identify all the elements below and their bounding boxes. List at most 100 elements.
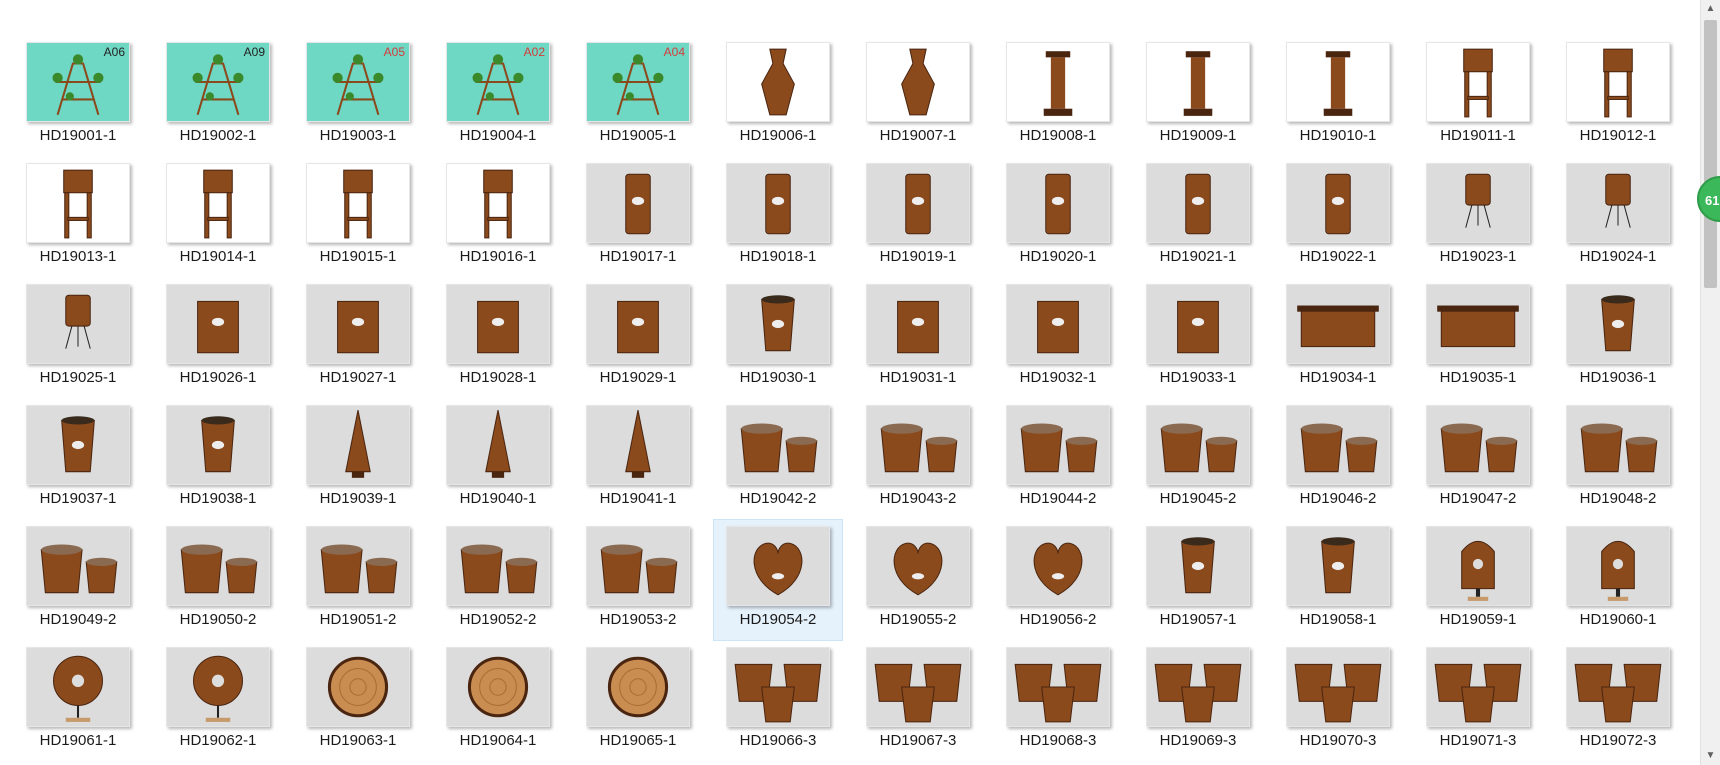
product-thumbnail-image[interactable] (446, 163, 550, 243)
product-thumbnail-image[interactable] (726, 526, 830, 606)
thumbnail-item[interactable]: HD19058-1 (1274, 520, 1402, 640)
product-thumbnail-image[interactable] (26, 647, 130, 727)
thumbnail-item[interactable]: HD19054-2 (713, 519, 843, 641)
product-thumbnail-image[interactable] (26, 163, 130, 243)
thumbnail-item[interactable]: HD19006-1 (714, 36, 842, 156)
product-thumbnail-image[interactable]: A04 (586, 42, 690, 122)
thumbnail-item[interactable]: HD19024-1 (1554, 157, 1682, 277)
product-thumbnail-image[interactable] (1426, 42, 1530, 122)
product-thumbnail-image[interactable] (1566, 163, 1670, 243)
thumbnail-item[interactable]: HD19060-1 (1554, 520, 1682, 640)
product-thumbnail-image[interactable] (866, 526, 970, 606)
thumbnail-item[interactable]: HD19016-1 (434, 157, 562, 277)
thumbnail-item[interactable]: HD19050-2 (154, 520, 282, 640)
product-thumbnail-image[interactable] (1426, 526, 1530, 606)
thumbnail-item[interactable]: HD19033-1 (1134, 278, 1262, 398)
product-thumbnail-image[interactable] (866, 42, 970, 122)
product-thumbnail-image[interactable] (1006, 647, 1110, 727)
thumbnail-item[interactable]: HD19026-1 (154, 278, 282, 398)
thumbnail-item[interactable]: HD19023-1 (1414, 157, 1542, 277)
thumbnail-item[interactable]: HD19045-2 (1134, 399, 1262, 519)
product-thumbnail-image[interactable] (726, 405, 830, 485)
thumbnail-item[interactable]: HD19063-1 (294, 641, 422, 761)
product-thumbnail-image[interactable] (866, 647, 970, 727)
thumbnail-item[interactable]: HD19067-3 (854, 641, 982, 761)
thumbnail-item[interactable]: HD19061-1 (14, 641, 142, 761)
product-thumbnail-image[interactable] (1146, 647, 1250, 727)
thumbnail-item[interactable]: HD19038-1 (154, 399, 282, 519)
product-thumbnail-image[interactable] (1566, 42, 1670, 122)
scroll-up-arrow-icon[interactable]: ▲ (1701, 0, 1720, 18)
thumbnail-item[interactable]: HD19019-1 (854, 157, 982, 277)
thumbnail-item[interactable]: A06 HD19001-1 (14, 36, 142, 156)
product-thumbnail-image[interactable] (586, 405, 690, 485)
product-thumbnail-image[interactable]: A05 (306, 42, 410, 122)
product-thumbnail-image[interactable] (586, 647, 690, 727)
product-thumbnail-image[interactable] (306, 405, 410, 485)
thumbnail-item[interactable]: HD19011-1 (1414, 36, 1542, 156)
product-thumbnail-image[interactable] (26, 405, 130, 485)
scroll-down-arrow-icon[interactable]: ▼ (1701, 747, 1720, 765)
product-thumbnail-image[interactable] (446, 647, 550, 727)
product-thumbnail-image[interactable] (306, 163, 410, 243)
thumbnail-item[interactable]: A04 HD19005-1 (574, 36, 702, 156)
product-thumbnail-image[interactable] (1006, 163, 1110, 243)
thumbnail-item[interactable]: A09 HD19002-1 (154, 36, 282, 156)
scrollbar-thumb[interactable] (1704, 20, 1717, 288)
thumbnail-item[interactable]: HD19031-1 (854, 278, 982, 398)
product-thumbnail-image[interactable] (1146, 163, 1250, 243)
product-thumbnail-image[interactable] (306, 647, 410, 727)
product-thumbnail-image[interactable] (1566, 284, 1670, 364)
thumbnail-item[interactable]: HD19071-3 (1414, 641, 1542, 761)
product-thumbnail-image[interactable] (1006, 42, 1110, 122)
thumbnail-item[interactable]: HD19035-1 (1414, 278, 1542, 398)
product-thumbnail-image[interactable] (446, 405, 550, 485)
thumbnail-item[interactable]: HD19056-2 (994, 520, 1122, 640)
thumbnail-item[interactable]: HD19039-1 (294, 399, 422, 519)
thumbnail-item[interactable]: A02 HD19004-1 (434, 36, 562, 156)
vertical-scrollbar[interactable]: ▲ ▼ (1700, 0, 1720, 765)
thumbnail-item[interactable]: HD19025-1 (14, 278, 142, 398)
thumbnail-item[interactable]: HD19062-1 (154, 641, 282, 761)
thumbnail-item[interactable]: HD19069-3 (1134, 641, 1262, 761)
product-thumbnail-image[interactable] (1146, 526, 1250, 606)
thumbnail-item[interactable]: HD19072-3 (1554, 641, 1682, 761)
product-thumbnail-image[interactable] (166, 647, 270, 727)
thumbnail-item[interactable]: HD19028-1 (434, 278, 562, 398)
thumbnail-item[interactable]: HD19020-1 (994, 157, 1122, 277)
thumbnail-item[interactable]: HD19008-1 (994, 36, 1122, 156)
thumbnail-item[interactable]: HD19032-1 (994, 278, 1122, 398)
thumbnail-item[interactable]: HD19007-1 (854, 36, 982, 156)
thumbnail-item[interactable]: HD19053-2 (574, 520, 702, 640)
product-thumbnail-image[interactable] (306, 526, 410, 606)
product-thumbnail-image[interactable] (1426, 647, 1530, 727)
thumbnail-item[interactable]: HD19040-1 (434, 399, 562, 519)
product-thumbnail-image[interactable] (1426, 163, 1530, 243)
thumbnail-item[interactable]: HD19034-1 (1274, 278, 1402, 398)
product-thumbnail-image[interactable] (1286, 405, 1390, 485)
product-thumbnail-image[interactable] (1286, 42, 1390, 122)
product-thumbnail-image[interactable] (1286, 647, 1390, 727)
product-thumbnail-image[interactable] (586, 163, 690, 243)
product-thumbnail-image[interactable] (866, 284, 970, 364)
thumbnail-item[interactable]: HD19015-1 (294, 157, 422, 277)
product-thumbnail-image[interactable] (1286, 526, 1390, 606)
thumbnail-item[interactable]: HD19009-1 (1134, 36, 1262, 156)
thumbnail-item[interactable]: HD19037-1 (14, 399, 142, 519)
thumbnail-item[interactable]: HD19059-1 (1414, 520, 1542, 640)
product-thumbnail-image[interactable] (1006, 526, 1110, 606)
product-thumbnail-image[interactable] (1566, 405, 1670, 485)
product-thumbnail-image[interactable] (1146, 284, 1250, 364)
thumbnail-item[interactable]: HD19036-1 (1554, 278, 1682, 398)
thumbnail-item[interactable]: HD19014-1 (154, 157, 282, 277)
product-thumbnail-image[interactable] (1006, 405, 1110, 485)
thumbnail-item[interactable]: HD19012-1 (1554, 36, 1682, 156)
thumbnail-item[interactable]: HD19030-1 (714, 278, 842, 398)
product-thumbnail-image[interactable] (586, 526, 690, 606)
product-thumbnail-image[interactable] (726, 42, 830, 122)
thumbnail-item[interactable]: HD19017-1 (574, 157, 702, 277)
product-thumbnail-image[interactable]: A02 (446, 42, 550, 122)
thumbnail-item[interactable]: HD19064-1 (434, 641, 562, 761)
thumbnail-item[interactable]: HD19065-1 (574, 641, 702, 761)
product-thumbnail-image[interactable] (726, 284, 830, 364)
